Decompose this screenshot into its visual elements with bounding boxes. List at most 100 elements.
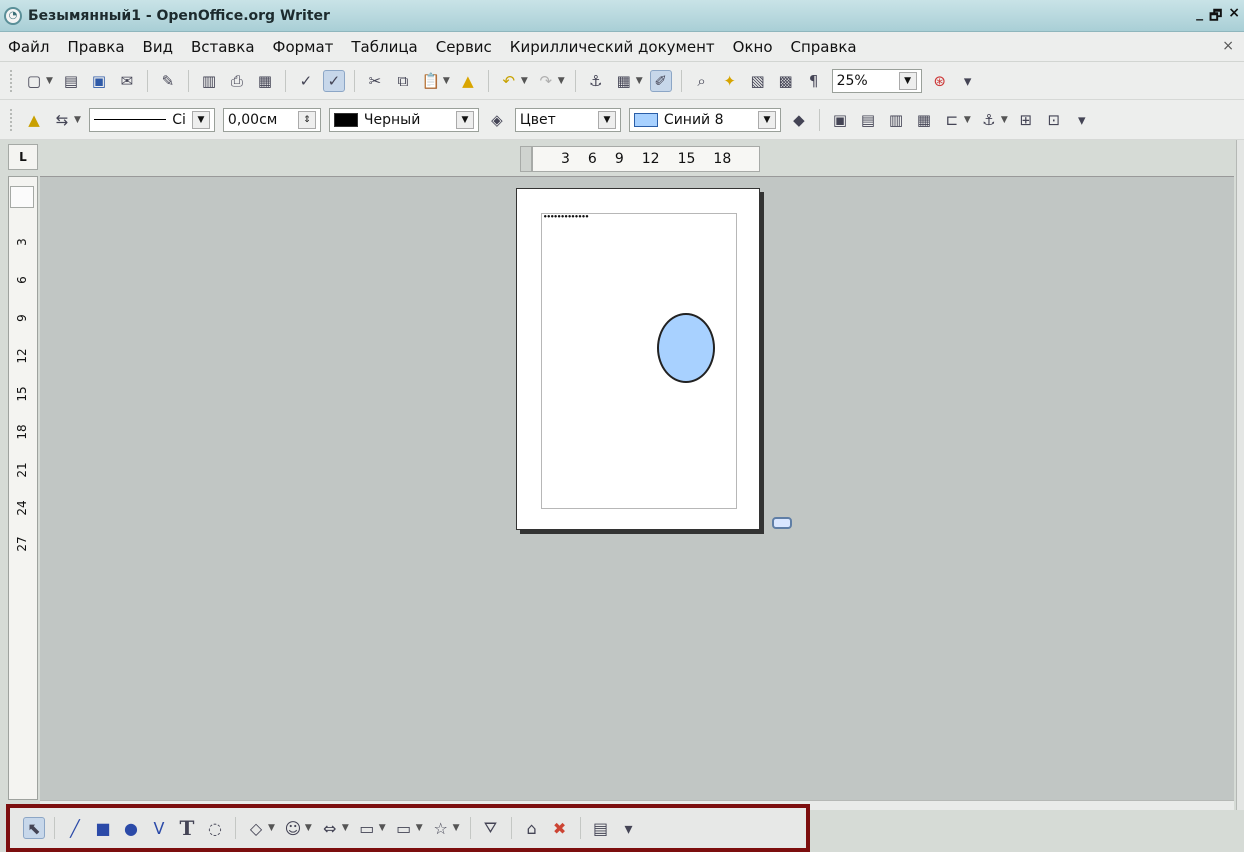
- menu-window[interactable]: Окно: [733, 38, 773, 56]
- horizontal-ruler[interactable]: 3 6 9 12 15 18: [532, 146, 760, 172]
- fontwork-gallery-icon[interactable]: ⌂: [521, 817, 543, 839]
- minimize-button[interactable]: _: [1196, 5, 1203, 29]
- hyperlink-icon[interactable]: ⚓: [585, 70, 607, 92]
- line-color-dropdown-icon[interactable]: ▼: [455, 110, 474, 129]
- toolbar-grip[interactable]: [10, 108, 14, 131]
- anchor-dropdown-icon[interactable]: ▼: [1001, 115, 1008, 125]
- extrusion-icon[interactable]: ▤: [590, 817, 612, 839]
- shadow-icon[interactable]: ◆: [788, 109, 810, 131]
- stars-icon[interactable]: ☆: [430, 817, 452, 839]
- block-arrows-dropdown-icon[interactable]: ▼: [342, 823, 349, 833]
- arrow-style-icon[interactable]: ⇆: [51, 109, 73, 131]
- menu-file[interactable]: Файл: [8, 38, 49, 56]
- wrap-off-icon[interactable]: ▣: [829, 109, 851, 131]
- line-style-dropdown-icon[interactable]: ▼: [191, 110, 210, 129]
- anchor-icon[interactable]: ⚓: [978, 109, 1000, 131]
- help-icon[interactable]: ⊛: [929, 70, 951, 92]
- line-icon[interactable]: ▲: [23, 109, 45, 131]
- paste-dropdown-icon[interactable]: ▼: [443, 76, 450, 86]
- edit-file-icon[interactable]: ✎: [157, 70, 179, 92]
- page-preview-icon[interactable]: ▦: [254, 70, 276, 92]
- cut-icon[interactable]: ✂: [364, 70, 386, 92]
- page-link-icon[interactable]: [772, 517, 792, 529]
- line-width-spinner-icon[interactable]: ⇕: [297, 110, 316, 129]
- copy-icon[interactable]: ⧉: [392, 70, 414, 92]
- autospellcheck-icon[interactable]: ✓: [322, 69, 345, 92]
- bring-to-front-icon[interactable]: ▥: [885, 109, 907, 131]
- find-replace-icon[interactable]: ⌕: [691, 70, 713, 92]
- page-wrap-icon[interactable]: ▤: [857, 109, 879, 131]
- group-icon[interactable]: ⊞: [1015, 109, 1037, 131]
- callouts-dropdown-icon[interactable]: ▼: [416, 823, 423, 833]
- toolbar-overflow-icon[interactable]: ▾: [1071, 109, 1093, 131]
- paste-icon[interactable]: 📋: [420, 70, 442, 92]
- toolbar-overflow-icon[interactable]: ▾: [618, 817, 640, 839]
- new-document-dropdown-icon[interactable]: ▼: [46, 76, 53, 86]
- flowchart-icon[interactable]: ▭: [356, 817, 378, 839]
- datasources-icon[interactable]: ▩: [775, 70, 797, 92]
- redo-dropdown-icon[interactable]: ▼: [558, 76, 565, 86]
- callouts-icon[interactable]: ▭: [393, 817, 415, 839]
- curve-icon[interactable]: ᐯ: [148, 817, 170, 839]
- show-draw-functions-icon[interactable]: ✐: [649, 69, 672, 92]
- callout-icon[interactable]: ◌: [204, 817, 226, 839]
- basic-shapes-dropdown-icon[interactable]: ▼: [268, 823, 275, 833]
- vertical-ruler[interactable]: 3 6 9 12 15 18 21 24 27: [8, 176, 38, 800]
- area-color-dropdown-icon[interactable]: ▼: [757, 110, 776, 129]
- stars-dropdown-icon[interactable]: ▼: [453, 823, 460, 833]
- alignment-icon[interactable]: ⊏: [941, 109, 963, 131]
- menu-help[interactable]: Справка: [791, 38, 857, 56]
- redo-icon[interactable]: ↷: [535, 70, 557, 92]
- symbol-shapes-dropdown-icon[interactable]: ▼: [305, 823, 312, 833]
- area-style-select[interactable]: Цвет ▼: [514, 107, 621, 132]
- enter-group-icon[interactable]: ⊡: [1043, 109, 1065, 131]
- clone-formatting-icon[interactable]: ▲: [457, 70, 479, 92]
- toolbar-grip[interactable]: [10, 69, 14, 92]
- restore-button[interactable]: 🗗: [1209, 5, 1222, 29]
- email-icon[interactable]: ✉: [116, 70, 138, 92]
- menu-tools[interactable]: Сервис: [436, 38, 492, 56]
- table-icon[interactable]: ▦: [613, 70, 635, 92]
- arrow-style-dropdown-icon[interactable]: ▼: [74, 115, 81, 125]
- area-style-dropdown-icon[interactable]: ▼: [597, 110, 616, 129]
- spellcheck-icon[interactable]: ✓: [295, 70, 317, 92]
- rectangle-icon[interactable]: ■: [92, 817, 114, 839]
- gallery-icon[interactable]: ▧: [747, 70, 769, 92]
- menu-view[interactable]: Вид: [143, 38, 173, 56]
- open-icon[interactable]: ▤: [60, 70, 82, 92]
- close-button[interactable]: ×: [1228, 5, 1240, 29]
- print-icon[interactable]: ⎙: [226, 70, 248, 92]
- send-to-back-icon[interactable]: ▦: [913, 109, 935, 131]
- menu-format[interactable]: Формат: [273, 38, 334, 56]
- ellipse-shape[interactable]: [657, 313, 715, 383]
- line-tool-icon[interactable]: ╱: [64, 817, 86, 839]
- nonprinting-characters-icon[interactable]: ¶: [803, 70, 825, 92]
- alignment-dropdown-icon[interactable]: ▼: [964, 115, 971, 125]
- vertical-scrollbar[interactable]: [1236, 140, 1244, 810]
- block-arrows-icon[interactable]: ⇔: [319, 817, 341, 839]
- line-width-field[interactable]: 0,00см ⇕: [222, 107, 321, 132]
- line-style-select[interactable]: Сі ▼: [88, 107, 215, 132]
- ellipse-icon[interactable]: ●: [120, 817, 142, 839]
- document-close-button[interactable]: ×: [1222, 38, 1234, 54]
- undo-dropdown-icon[interactable]: ▼: [521, 76, 528, 86]
- document-page[interactable]: •••••••••••••: [516, 188, 760, 530]
- points-icon[interactable]: ⛛: [480, 817, 502, 839]
- menu-edit[interactable]: Правка: [67, 38, 124, 56]
- from-file-icon[interactable]: ✖: [549, 817, 571, 839]
- flowchart-dropdown-icon[interactable]: ▼: [379, 823, 386, 833]
- navigator-icon[interactable]: ✦: [719, 70, 741, 92]
- area-color-select[interactable]: Синий 8 ▼: [628, 107, 781, 132]
- menu-table[interactable]: Таблица: [351, 38, 417, 56]
- new-document-icon[interactable]: ▢: [23, 70, 45, 92]
- export-pdf-icon[interactable]: ▥: [198, 70, 220, 92]
- undo-icon[interactable]: ↶: [498, 70, 520, 92]
- area-style-icon[interactable]: ◈: [486, 109, 508, 131]
- save-icon[interactable]: ▣: [88, 70, 110, 92]
- menu-cyrillic-document[interactable]: Кириллический документ: [510, 38, 715, 56]
- menu-insert[interactable]: Вставка: [191, 38, 255, 56]
- text-icon[interactable]: T: [176, 816, 198, 840]
- zoom-select[interactable]: 25% ▼: [831, 68, 922, 93]
- toolbar-overflow-icon[interactable]: ▾: [957, 70, 979, 92]
- line-color-select[interactable]: Черный ▼: [328, 107, 479, 132]
